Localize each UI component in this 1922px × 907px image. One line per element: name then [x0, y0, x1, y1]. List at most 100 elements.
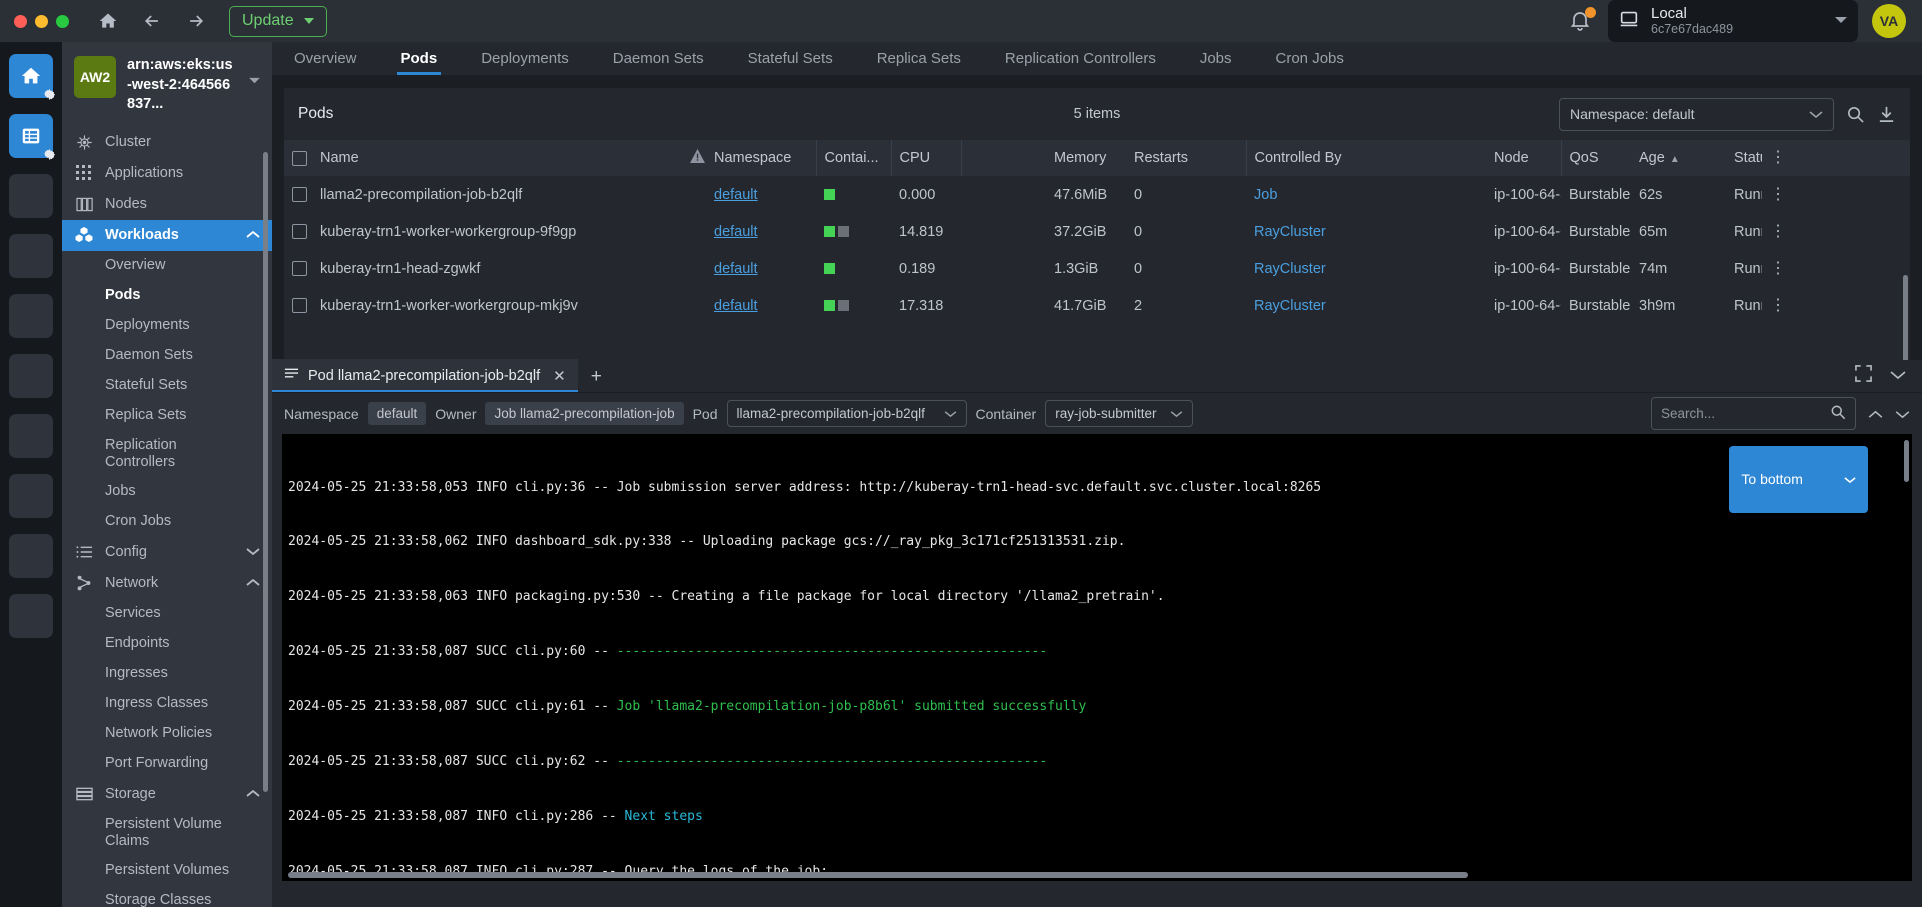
- sidebar-item-overview[interactable]: Overview: [62, 251, 272, 281]
- cell-controlled-by[interactable]: RayCluster: [1246, 250, 1486, 287]
- cell-namespace[interactable]: default: [706, 250, 816, 287]
- sidebar-item-network-policies[interactable]: Network Policies: [62, 719, 272, 749]
- sidebar-item-replication-controllers[interactable]: Replication Controllers: [62, 431, 272, 477]
- sidebar-item-persistent-volumes[interactable]: Persistent Volumes: [62, 856, 272, 886]
- kebab-menu-icon[interactable]: ⋮: [1770, 149, 1786, 166]
- chevron-down-icon[interactable]: [248, 56, 261, 90]
- column-containers[interactable]: Contai...: [816, 140, 891, 176]
- tab-stateful-sets[interactable]: Stateful Sets: [726, 50, 855, 75]
- column-controlled-by[interactable]: Controlled By: [1246, 140, 1486, 176]
- back-arrow-icon[interactable]: [135, 4, 169, 38]
- search-next-chevron-down-icon[interactable]: [1895, 406, 1910, 422]
- chevron-up-icon[interactable]: [246, 575, 260, 591]
- cell-controlled-by[interactable]: RayCluster: [1246, 287, 1486, 324]
- download-icon[interactable]: [1877, 105, 1896, 124]
- container-select[interactable]: ray-job-submitter: [1045, 400, 1193, 427]
- tab-jobs[interactable]: Jobs: [1178, 50, 1254, 75]
- column-node[interactable]: Node: [1486, 140, 1561, 176]
- row-checkbox[interactable]: [292, 224, 307, 239]
- rail-slot-6[interactable]: [9, 354, 53, 398]
- sidebar-item-persistent-volume-claims[interactable]: Persistent Volume Claims: [62, 810, 272, 856]
- controlled-by-link[interactable]: RayCluster: [1254, 224, 1326, 240]
- chevron-down-icon[interactable]: [246, 544, 260, 560]
- cell-node[interactable]: ip-100-64-64-106.us-west-2.compute.in: [1486, 287, 1561, 324]
- column-cpu[interactable]: CPU: [891, 140, 961, 176]
- sidebar-item-network[interactable]: Network: [62, 568, 272, 599]
- rail-slot-3[interactable]: [9, 174, 53, 218]
- sidebar-item-nodes[interactable]: Nodes: [62, 189, 272, 220]
- cell-namespace[interactable]: default: [706, 176, 816, 213]
- row-checkbox[interactable]: [292, 298, 307, 313]
- search-icon[interactable]: [1846, 105, 1865, 124]
- sidebar-item-endpoints[interactable]: Endpoints: [62, 629, 272, 659]
- column-actions[interactable]: ⋮: [1762, 140, 1910, 176]
- collapse-chevron-down-icon[interactable]: [1890, 367, 1906, 385]
- kebab-menu-icon[interactable]: ⋮: [1770, 186, 1786, 203]
- row-checkbox[interactable]: [292, 261, 307, 276]
- sidebar-item-daemon-sets[interactable]: Daemon Sets: [62, 341, 272, 371]
- controlled-by-link[interactable]: Job: [1254, 187, 1277, 203]
- sidebar-item-services[interactable]: Services: [62, 599, 272, 629]
- select-all-checkbox[interactable]: [292, 151, 307, 166]
- sidebar-item-cluster[interactable]: Cluster: [62, 127, 272, 158]
- kebab-menu-icon[interactable]: ⋮: [1770, 260, 1786, 277]
- tab-cron-jobs[interactable]: Cron Jobs: [1254, 50, 1366, 75]
- cell-namespace[interactable]: default: [706, 287, 816, 324]
- chevron-up-icon[interactable]: [246, 227, 260, 243]
- forward-arrow-icon[interactable]: [179, 4, 213, 38]
- cell-controlled-by[interactable]: Job: [1246, 176, 1486, 213]
- namespace-link[interactable]: default: [714, 187, 758, 203]
- sidebar-item-replica-sets[interactable]: Replica Sets: [62, 401, 272, 431]
- home-icon[interactable]: [91, 4, 125, 38]
- sidebar-scrollbar[interactable]: [263, 152, 268, 792]
- sidebar-item-pods[interactable]: Pods: [62, 281, 272, 311]
- row-select-cell[interactable]: [284, 287, 312, 324]
- cluster-selector[interactable]: Local 6c7e67dac489: [1608, 0, 1858, 42]
- sidebar-item-applications[interactable]: Applications: [62, 158, 272, 189]
- table-row[interactable]: kuberay-trn1-worker-workergroup-mkj9v de…: [284, 287, 1910, 324]
- sidebar-item-workloads[interactable]: Workloads: [62, 220, 272, 251]
- tab-daemon-sets[interactable]: Daemon Sets: [591, 50, 726, 75]
- cell-node[interactable]: ip-100-64-5-161.us-west-2.compute.int: [1486, 176, 1561, 213]
- row-select-cell[interactable]: [284, 176, 312, 213]
- notifications-bell-icon[interactable]: [1568, 8, 1594, 34]
- controlled-by-link[interactable]: RayCluster: [1254, 261, 1326, 277]
- update-button[interactable]: Update: [229, 6, 327, 37]
- namespace-filter-select[interactable]: Namespace: default: [1559, 98, 1834, 131]
- namespace-link[interactable]: default: [714, 261, 758, 277]
- rail-slot-4[interactable]: [9, 234, 53, 278]
- tab-overview[interactable]: Overview: [272, 50, 379, 75]
- rail-slot-8[interactable]: [9, 474, 53, 518]
- row-select-cell[interactable]: [284, 250, 312, 287]
- namespace-chip[interactable]: default: [368, 402, 427, 425]
- table-row[interactable]: llama2-precompilation-job-b2qlf default …: [284, 176, 1910, 213]
- sidebar-item-cron-jobs[interactable]: Cron Jobs: [62, 507, 272, 537]
- sidebar-item-deployments[interactable]: Deployments: [62, 311, 272, 341]
- kebab-menu-icon[interactable]: ⋮: [1770, 223, 1786, 240]
- search-icon[interactable]: [1830, 404, 1846, 423]
- sidebar-item-port-forwarding[interactable]: Port Forwarding: [62, 749, 272, 779]
- rail-catalog-button[interactable]: [9, 114, 53, 158]
- minimize-window-button[interactable]: [35, 15, 48, 28]
- namespace-link[interactable]: default: [714, 224, 758, 240]
- row-select-cell[interactable]: [284, 213, 312, 250]
- rail-slot-7[interactable]: [9, 414, 53, 458]
- pod-select[interactable]: llama2-precompilation-job-b2qlf: [727, 400, 967, 427]
- log-tab-pod[interactable]: Pod llama2-precompilation-job-b2qlf ✕: [272, 359, 578, 392]
- column-warning[interactable]: [682, 140, 706, 176]
- cell-actions[interactable]: ⋮: [1762, 213, 1910, 250]
- sidebar-item-storage[interactable]: Storage: [62, 779, 272, 810]
- tab-replication-controllers[interactable]: Replication Controllers: [983, 50, 1178, 75]
- avatar[interactable]: VA: [1872, 4, 1906, 38]
- controlled-by-link[interactable]: RayCluster: [1254, 298, 1326, 314]
- chevron-up-icon[interactable]: [246, 786, 260, 802]
- cell-actions[interactable]: ⋮: [1762, 176, 1910, 213]
- log-console[interactable]: 2024-05-25 21:33:58,053 INFO cli.py:36 -…: [282, 434, 1912, 881]
- table-row[interactable]: kuberay-trn1-head-zgwkf default 0.189 1.…: [284, 250, 1910, 287]
- maximize-window-button[interactable]: [56, 15, 69, 28]
- kebab-menu-icon[interactable]: ⋮: [1770, 297, 1786, 314]
- rail-slot-10[interactable]: [9, 594, 53, 638]
- sidebar-item-storage-classes[interactable]: Storage Classes: [62, 886, 272, 907]
- sidebar-item-stateful-sets[interactable]: Stateful Sets: [62, 371, 272, 401]
- sidebar-item-ingresses[interactable]: Ingresses: [62, 659, 272, 689]
